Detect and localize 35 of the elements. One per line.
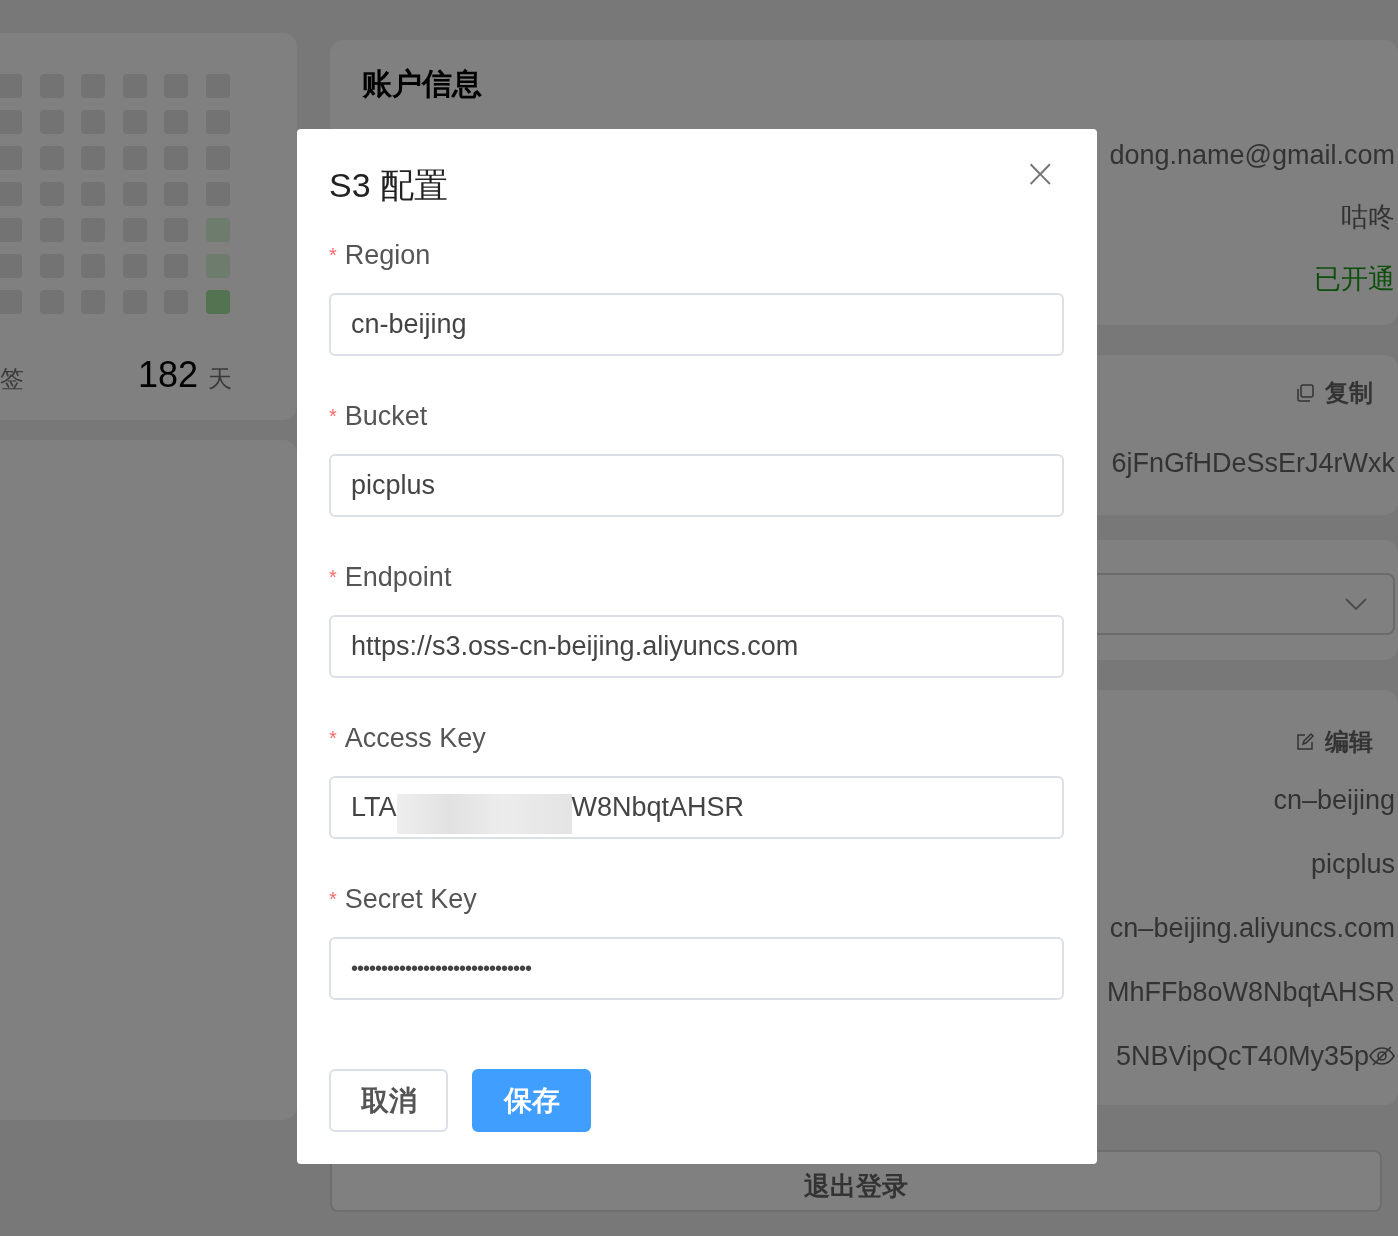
cancel-button[interactable]: 取消 [329,1069,448,1132]
storage-value: cn–beijing [1273,784,1395,817]
card-title: 账户信息 [362,66,483,102]
storage-value: 5NBVipQcT40My35p [1115,1040,1369,1073]
input-field[interactable]: https://s3.oss-cn-beijing.aliyuncs.com [329,615,1064,678]
field-label: Bucket [344,400,428,432]
field-label: Endpoint [344,561,452,593]
storage-value: cn–beijing.aliyuncs.com [1109,912,1395,945]
day-unit: 天 [208,364,233,394]
field-label: Access Key [344,722,486,754]
input-field[interactable]: cn-beijing [329,293,1064,356]
required-mark: * [329,565,337,589]
copy-icon [1295,383,1315,403]
storage-value: MhFFb8oW8NbqtAHSR [1106,976,1395,1009]
dialog-title: S3 配置 [329,165,449,206]
required-mark: * [329,887,337,911]
required-mark: * [329,243,337,267]
input-field[interactable]: picplus [329,454,1064,517]
password-field[interactable]: •••••••••••••••••••••••••••••• [329,937,1064,1000]
stat-label: 签 [0,364,25,394]
token-value: 6jFnGfHDeSsErJ4rWxk [1111,447,1395,480]
input-field[interactable]: LTA W8NbqtAHSR [329,776,1064,839]
field-label: Region [344,239,431,271]
account-value: dong.name@gmail.com [1109,139,1395,172]
chevron-down-icon [1345,598,1367,610]
day-count: 182 [138,354,199,396]
account-value: 已开通 [1314,263,1395,296]
field-label: Secret Key [344,883,477,915]
close-button[interactable]: × [1023,159,1057,187]
account-value: 咕咚 [1341,201,1395,234]
eye-off-icon[interactable] [1369,1045,1395,1067]
required-mark: * [329,726,337,750]
edit-icon [1295,732,1315,752]
storage-value: picplus [1310,848,1395,881]
required-mark: * [329,404,337,428]
